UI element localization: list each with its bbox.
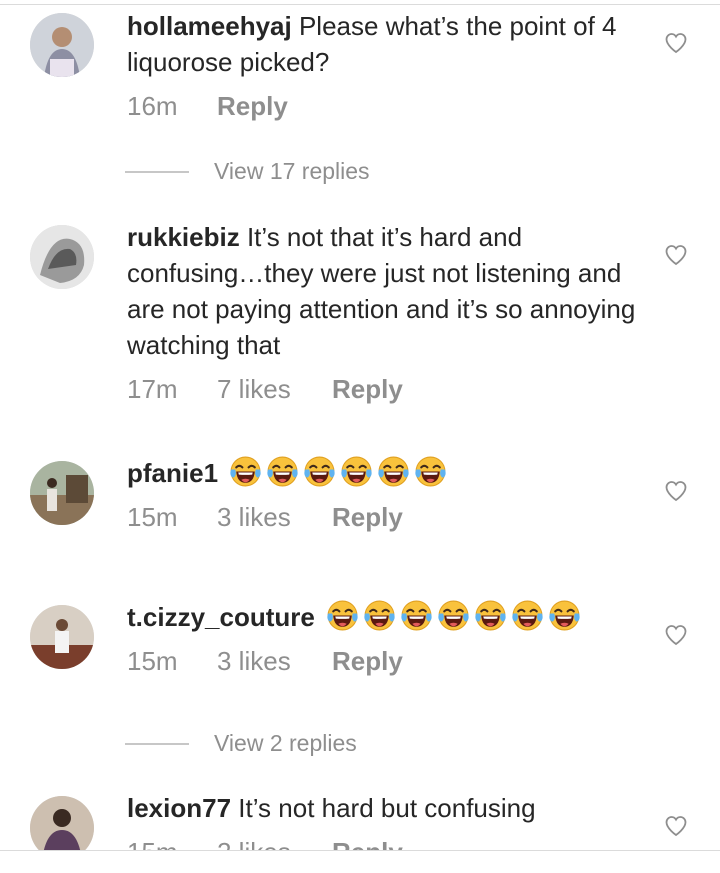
tears-of-joy-emoji-icon [327,600,358,631]
avatar[interactable] [30,605,94,669]
view-replies-label[interactable]: View 17 replies [214,154,370,188]
tears-of-joy-emoji-icon [364,600,395,631]
comment-time: 15m [127,502,178,532]
avatar[interactable] [30,461,94,525]
reply-button[interactable]: Reply [332,644,403,678]
comment-meta: 17m 7 likes Reply [127,372,403,406]
comment-meta: 15m 3 likes Reply [127,644,403,678]
heart-icon[interactable] [664,243,688,267]
comment-time: 16m [127,91,178,121]
view-replies-label[interactable]: View 2 replies [214,726,357,760]
tears-of-joy-emoji-icon [304,456,335,487]
comment-content: It’s not hard but confusing [238,793,536,823]
comment-username[interactable]: t.cizzy_couture [127,602,315,632]
tears-of-joy-emoji-icon [230,456,261,487]
comment-time: 17m [127,374,178,404]
tears-of-joy-emoji-icon [549,600,580,631]
comment-meta: 15m 3 likes Reply [127,500,403,534]
comment-username[interactable]: lexion77 [127,793,231,823]
reply-button[interactable]: Reply [332,372,403,406]
comment-time: 15m [127,646,178,676]
comment-text: t.cizzy_couture [127,599,637,635]
emoji-row [225,456,447,488]
heart-icon[interactable] [664,814,688,838]
tears-of-joy-emoji-icon [438,600,469,631]
replies-divider [125,171,189,173]
tears-of-joy-emoji-icon [267,456,298,487]
tears-of-joy-emoji-icon [512,600,543,631]
tears-of-joy-emoji-icon [378,456,409,487]
comment-username[interactable]: hollameehyaj [127,11,292,41]
reply-button[interactable]: Reply [332,500,403,534]
heart-icon[interactable] [664,31,688,55]
tears-of-joy-emoji-icon [415,456,446,487]
comment-text: rukkiebiz It’s not that it’s hard and co… [127,219,637,363]
view-replies-button[interactable]: View 2 replies [0,726,720,760]
reply-button[interactable]: Reply [217,89,288,123]
comment-text: pfanie1 [127,455,637,491]
heart-icon[interactable] [664,623,688,647]
tears-of-joy-emoji-icon [475,600,506,631]
comment-username[interactable]: pfanie1 [127,458,218,488]
comment-likes[interactable]: 7 likes [217,372,332,406]
view-replies-button[interactable]: View 17 replies [0,154,720,188]
comment-text: hollameehyaj Please what’s the point of … [127,8,637,80]
bottom-bar [0,850,720,873]
tears-of-joy-emoji-icon [341,456,372,487]
heart-icon[interactable] [664,479,688,503]
tears-of-joy-emoji-icon [401,600,432,631]
comment-username[interactable]: rukkiebiz [127,222,240,252]
comment-likes[interactable]: 3 likes [217,500,332,534]
comment-likes[interactable]: 3 likes [217,644,332,678]
comment-meta: 16m Reply [127,89,288,123]
top-divider [0,4,720,5]
emoji-row [322,600,581,632]
avatar[interactable] [30,225,94,289]
avatar[interactable] [30,13,94,77]
comment-text: lexion77 It’s not hard but confusing [127,790,637,826]
replies-divider [125,743,189,745]
